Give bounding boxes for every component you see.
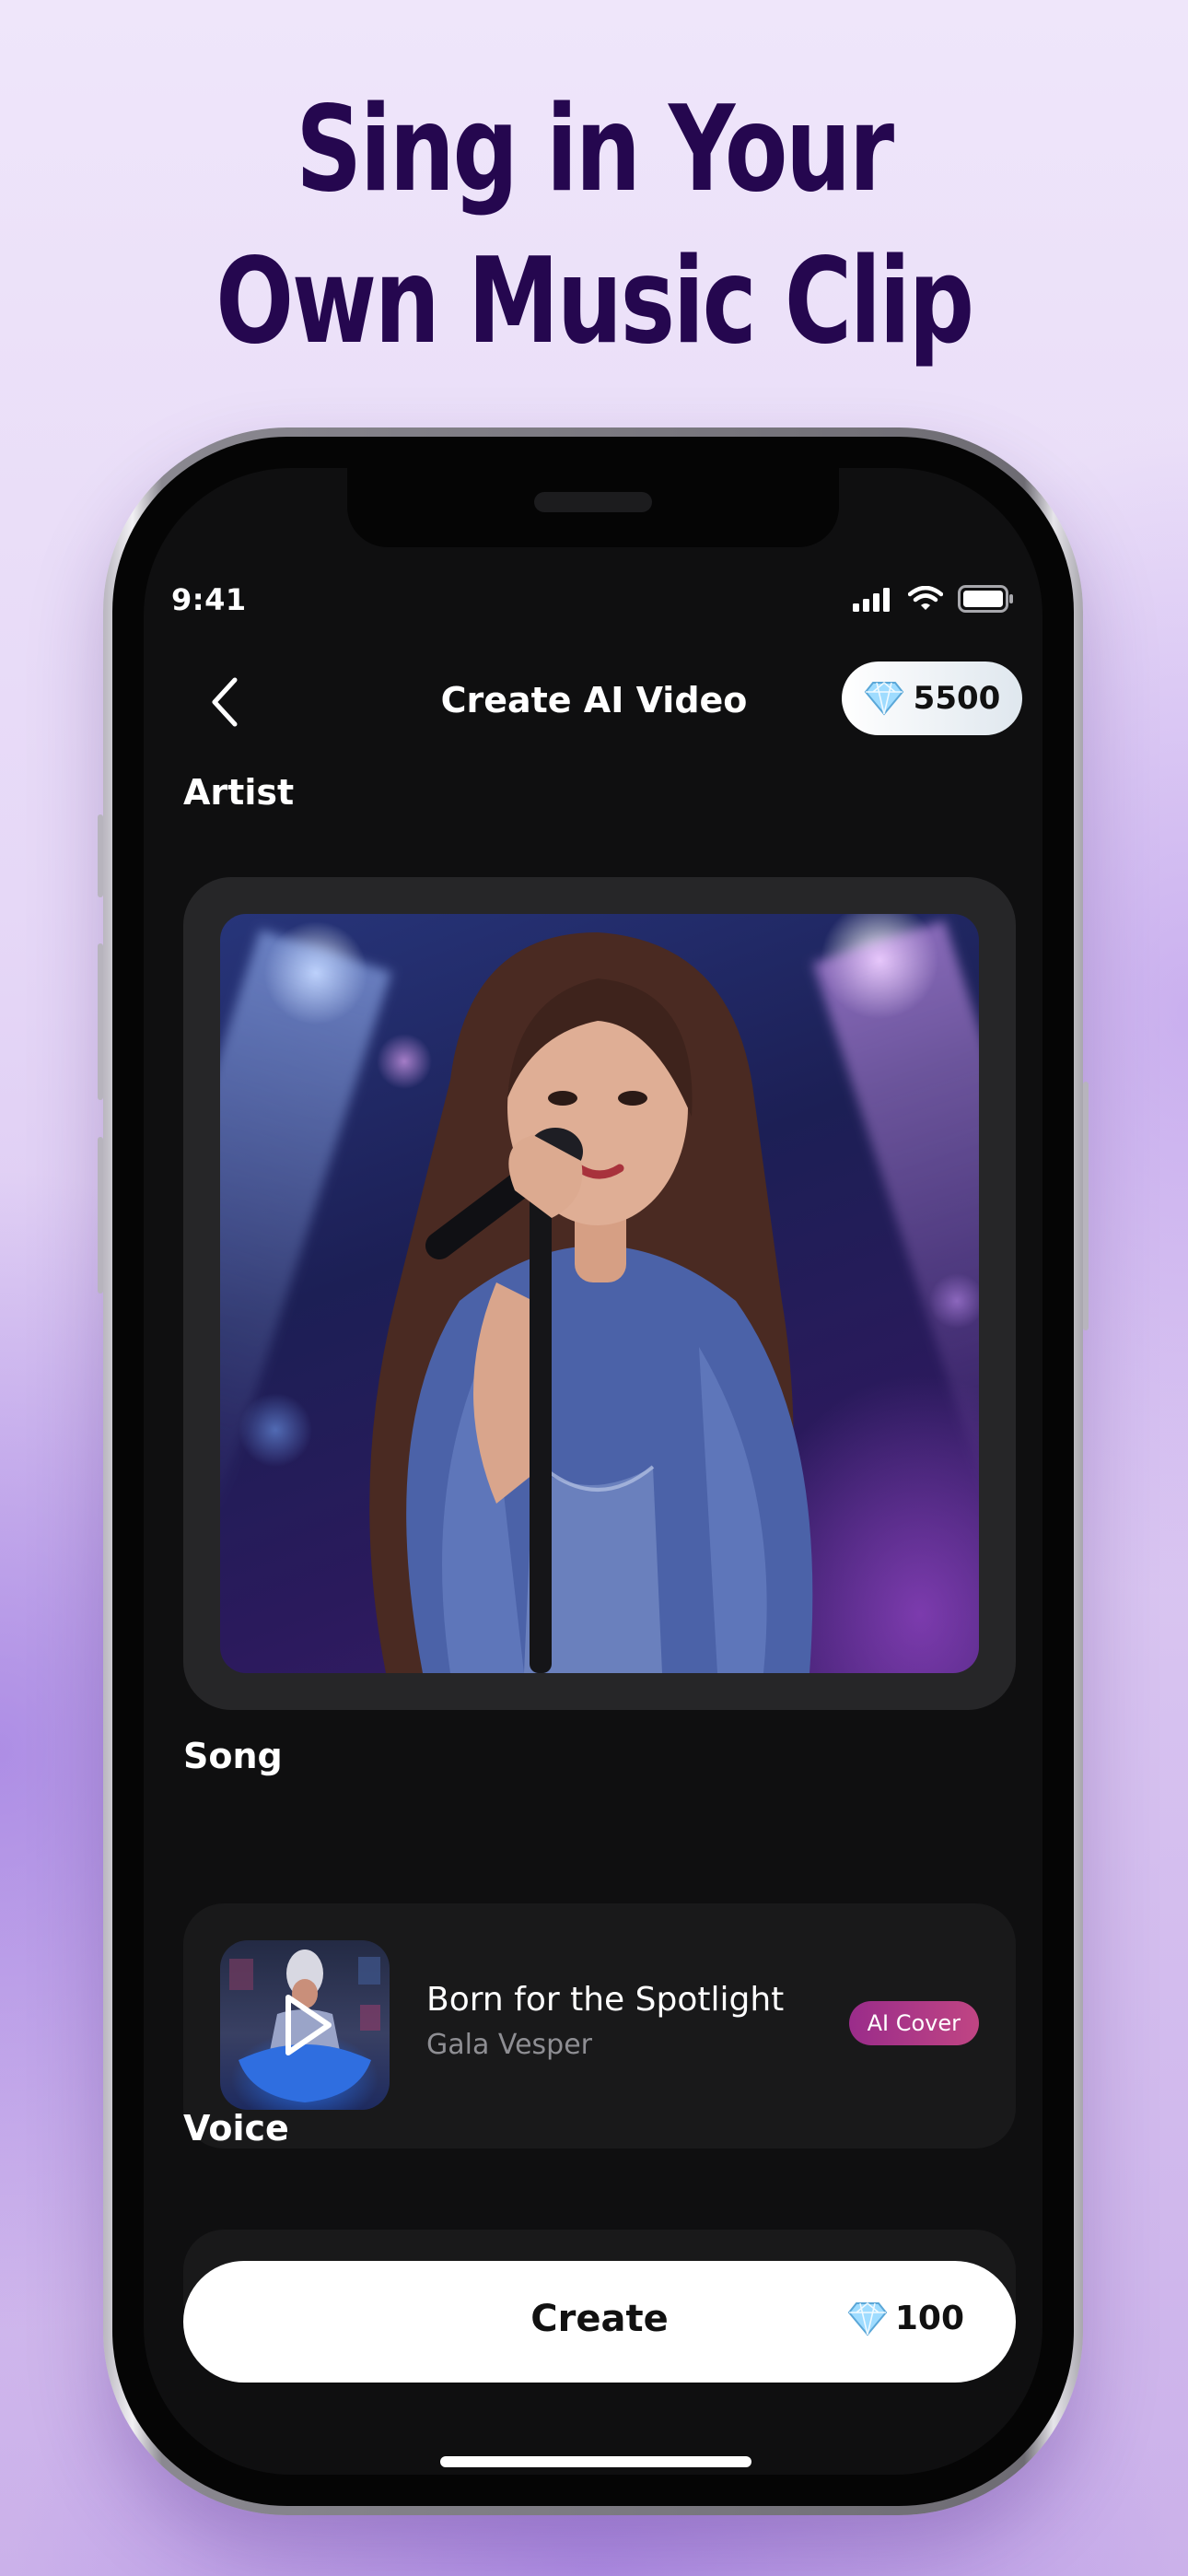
create-cost: 100 <box>847 2300 964 2337</box>
song-artist: Gala Vesper <box>426 2029 592 2061</box>
phone-bezel: 9:41 Create AI Video 5500 Artist Song Bo… <box>112 437 1074 2506</box>
chevron-left-icon <box>212 677 238 727</box>
diamond-icon <box>847 2301 888 2336</box>
coin-balance: 5500 <box>913 680 1001 717</box>
phone-volume-up <box>98 943 103 1100</box>
song-thumbnail[interactable] <box>220 1940 390 2110</box>
status-icons <box>853 584 1015 614</box>
notch <box>347 468 839 547</box>
promo-headline: Sing in Your Own Music Clip <box>131 74 1057 378</box>
artist-section-label: Artist <box>183 772 295 813</box>
page-title: Create AI Video <box>440 680 748 720</box>
coin-balance-button[interactable]: 5500 <box>842 662 1022 735</box>
ai-cover-badge: AI Cover <box>848 2001 979 2045</box>
phone-volume-down <box>98 1137 103 1294</box>
back-button[interactable] <box>195 673 254 732</box>
song-section-label: Song <box>183 1736 283 1776</box>
song-card[interactable]: Born for the Spotlight Gala Vesper AI Co… <box>183 1903 1016 2149</box>
diamond-icon <box>864 681 903 716</box>
home-indicator[interactable] <box>440 2456 751 2467</box>
headline-line-1: Sing in Your <box>296 81 894 218</box>
battery-icon <box>958 585 1013 613</box>
create-cost-value: 100 <box>894 2300 964 2337</box>
phone-mute-switch <box>98 814 103 897</box>
phone-power-button <box>1083 1082 1089 1330</box>
app-screen: 9:41 Create AI Video 5500 Artist Song Bo… <box>144 468 1042 2475</box>
song-title: Born for the Spotlight <box>426 1981 785 2019</box>
play-icon <box>285 1995 332 2055</box>
phone-mockup: 9:41 Create AI Video 5500 Artist Song Bo… <box>98 427 1089 2515</box>
artist-image <box>220 914 979 1673</box>
signal-icon <box>853 588 890 612</box>
wifi-icon <box>908 586 943 610</box>
singer-figure <box>369 932 813 1673</box>
status-time: 9:41 <box>171 582 247 617</box>
artist-card[interactable] <box>183 877 1016 1710</box>
voice-section-label: Voice <box>183 2108 289 2149</box>
headline-line-2: Own Music Clip <box>215 233 974 370</box>
earpiece-speaker <box>534 492 652 512</box>
create-button[interactable]: Create 100 <box>183 2261 1016 2383</box>
